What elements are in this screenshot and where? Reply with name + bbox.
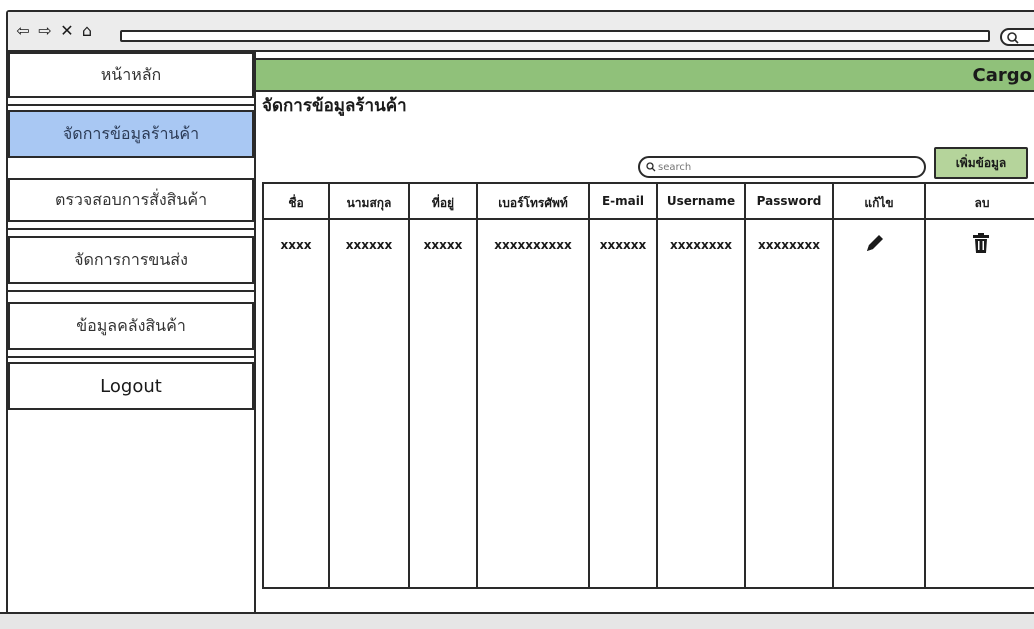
divider — [8, 290, 254, 292]
table-cell: xxxxxxxx — [670, 238, 732, 252]
sidebar-item-check-orders[interactable]: ตรวจสอบการสั่งสินค้า — [8, 178, 254, 222]
divider — [8, 356, 254, 358]
search-icon — [646, 162, 656, 172]
back-icon[interactable]: ⇦ — [14, 22, 32, 40]
column-header[interactable]: แก้ไข — [834, 194, 924, 213]
column-header[interactable]: Password — [746, 194, 832, 208]
sidebar-border — [254, 52, 256, 629]
column-header[interactable]: Username — [658, 194, 744, 208]
header-divider — [264, 218, 1034, 220]
logout-button[interactable]: Logout — [8, 362, 254, 410]
browser-search[interactable] — [1000, 28, 1034, 46]
sidebar-item-manage-shipping[interactable]: จัดการการขนส่ง — [8, 236, 254, 284]
edit-icon[interactable] — [864, 232, 886, 258]
search-input[interactable] — [658, 160, 908, 174]
divider — [8, 228, 254, 230]
sidebar-item-label: ตรวจสอบการสั่งสินค้า — [54, 189, 208, 209]
table-cell: xxxxxxxx — [758, 238, 820, 252]
url-bar[interactable] — [120, 30, 990, 42]
add-data-button[interactable]: เพิ่มข้อมูล — [934, 147, 1028, 179]
sidebar-item-home[interactable]: หน้าหลัก — [8, 52, 254, 98]
column-header[interactable]: ที่อยู่ — [410, 194, 476, 213]
divider — [8, 104, 254, 106]
column-header[interactable]: ชื่อ — [264, 194, 328, 213]
table-cell: xxxxxx — [345, 238, 393, 252]
column-header[interactable]: นามสกุล — [330, 194, 408, 213]
table-cell: xxxxx — [423, 238, 463, 252]
column-divider — [924, 184, 926, 587]
table-cell: xxxx — [280, 238, 312, 252]
logout-label: Logout — [100, 375, 162, 397]
status-bar — [0, 612, 1034, 629]
sidebar-item-label: จัดการข้อมูลร้านค้า — [62, 123, 200, 143]
data-table: ชื่อ นามสกุล ที่อยู่ เบอร์โทรศัพท์ E-mai… — [262, 182, 1034, 589]
column-divider — [832, 184, 834, 587]
column-header[interactable]: ลบ — [926, 194, 1034, 213]
table-cell: xxxxxx — [599, 238, 647, 252]
sidebar-item-label: ข้อมูลคลังสินค้า — [76, 315, 186, 335]
column-header[interactable]: เบอร์โทรศัพท์ — [478, 194, 588, 213]
sidebar-item-warehouse[interactable]: ข้อมูลคลังสินค้า — [8, 302, 254, 350]
search-box[interactable] — [638, 156, 926, 178]
table-cell: xxxxxxxxxx — [494, 238, 572, 252]
header-bar: Cargo — [256, 58, 1034, 92]
browser-toolbar: ⇦ ⇨ ✕ ⌂ — [8, 12, 1034, 52]
forward-icon[interactable]: ⇨ — [36, 22, 54, 40]
brand-title: Cargo — [972, 65, 1032, 86]
search-icon — [1007, 32, 1019, 44]
trash-icon[interactable] — [970, 232, 992, 258]
close-icon[interactable]: ✕ — [58, 22, 76, 40]
page-title: จัดการข้อมูลร้านค้า — [262, 96, 407, 116]
column-header[interactable]: E-mail — [590, 194, 656, 208]
home-icon[interactable]: ⌂ — [78, 22, 96, 40]
sidebar-item-label: หน้าหลัก — [100, 64, 162, 84]
sidebar-item-manage-store[interactable]: จัดการข้อมูลร้านค้า — [8, 110, 254, 158]
sidebar-item-label: จัดการการขนส่ง — [74, 249, 188, 269]
